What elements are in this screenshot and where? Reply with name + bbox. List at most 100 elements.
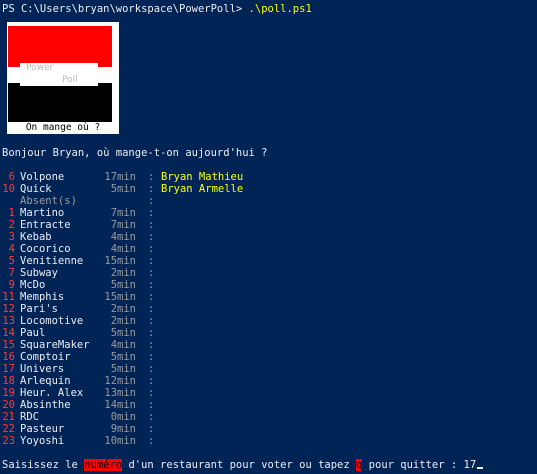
restaurant-name: Entracte (20, 219, 71, 231)
separator-colon: : (148, 171, 155, 183)
text-cursor (477, 467, 484, 469)
separator-colon: : (148, 315, 155, 327)
restaurant-number: 3 (8, 231, 15, 243)
highlight-numero: numéro (84, 459, 123, 471)
restaurant-time: 0min (110, 411, 136, 423)
restaurant-name: Heur. Alex (20, 387, 84, 399)
restaurant-time: 15min (104, 291, 136, 303)
restaurant-name: Absinthe (20, 399, 71, 411)
restaurant-time: 14min (104, 399, 136, 411)
separator-colon: : (148, 183, 155, 195)
restaurant-number: 19 (2, 387, 15, 399)
separator-colon: : (148, 351, 155, 363)
command-text: .\poll.ps1 (248, 3, 312, 15)
separator-colon: : (148, 231, 155, 243)
logo-word-poll: Poll (62, 75, 78, 85)
separator-colon: : (148, 255, 155, 267)
separator-colon: : (148, 399, 155, 411)
greeting-text: Bonjour Bryan, où mange-t-on aujourd'hui… (2, 147, 268, 159)
restaurant-time: 13min (104, 387, 136, 399)
restaurant-time: 2min (110, 315, 136, 327)
restaurant-number: 4 (8, 243, 15, 255)
restaurant-name: SquareMaker (20, 339, 90, 351)
restaurant-number: 15 (2, 339, 15, 351)
restaurant-time: 7min (110, 207, 136, 219)
separator-colon: : (148, 219, 155, 231)
separator-colon: : (148, 339, 155, 351)
restaurant-number: 17 (2, 363, 15, 375)
separator-colon: : (148, 387, 155, 399)
logo-caption: On mange où ? (25, 122, 101, 133)
restaurant-time: 12min (104, 375, 136, 387)
vote-input[interactable]: 17 (464, 459, 477, 471)
prompt-line: PS C:\Users\bryan\workspace\PowerPoll> .… (2, 3, 312, 15)
restaurant-name: Martino (20, 207, 65, 219)
restaurant-number: 20 (2, 399, 15, 411)
restaurant-time: 4min (110, 231, 136, 243)
restaurant-time: 4min (110, 339, 136, 351)
restaurant-name: Memphis (20, 291, 65, 303)
restaurant-name: Cocorico (20, 243, 71, 255)
restaurant-time: 5min (110, 363, 136, 375)
restaurant-number: 18 (2, 375, 15, 387)
restaurant-name: Univers (20, 363, 65, 375)
restaurant-number: 11 (2, 291, 15, 303)
separator-colon: : (148, 375, 155, 387)
separator-colon: : (148, 411, 155, 423)
separator-colon: : (148, 279, 155, 291)
restaurant-time: 9min (110, 423, 136, 435)
restaurant-time: 5min (110, 183, 136, 195)
prompt-path: PS C:\Users\bryan\workspace\PowerPoll> (2, 3, 249, 15)
restaurant-time: 10min (104, 435, 136, 447)
separator-colon: : (148, 243, 155, 255)
restaurant-number: 13 (2, 315, 15, 327)
restaurant-number: 9 (8, 279, 15, 291)
separator-colon: : (148, 423, 155, 435)
restaurant-name: Pasteur (20, 423, 65, 435)
separator-colon: : (148, 327, 155, 339)
separator-colon: : (148, 207, 155, 219)
restaurant-name: Yoyoshi (20, 435, 65, 447)
restaurant-number: 22 (2, 423, 15, 435)
powerpoll-logo: Power Poll On mange où ? (7, 22, 119, 134)
restaurant-time: 5min (110, 327, 136, 339)
restaurant-name: Comptoir (20, 351, 71, 363)
restaurant-name: RDC (20, 411, 39, 423)
separator-colon: : (148, 291, 155, 303)
separator-colon: : (148, 303, 155, 315)
restaurant-time: 5min (110, 351, 136, 363)
restaurant-name: Venitienne (20, 255, 84, 267)
separator-colon: : (148, 195, 155, 207)
restaurant-number: 7 (8, 267, 15, 279)
logo-black-band (8, 83, 112, 122)
logo-word-power: Power (26, 63, 54, 73)
restaurant-name: Kebab (20, 231, 52, 243)
restaurant-number: 10 (2, 183, 15, 195)
separator-colon: : (148, 435, 155, 447)
restaurant-name: McDo (20, 279, 46, 291)
restaurant-number: 2 (8, 219, 15, 231)
logo-red-band (8, 26, 112, 67)
restaurant-name: Locomotive (20, 315, 84, 327)
restaurant-number: 21 (2, 411, 15, 423)
restaurant-name: Absent(s) (20, 195, 77, 207)
restaurant-name: Arlequin (20, 375, 71, 387)
input-prompt-line[interactable]: Saisissez le numéro d'un restaurant pour… (2, 459, 484, 471)
restaurant-number: 1 (8, 207, 15, 219)
restaurant-name: Paul (20, 327, 46, 339)
restaurant-number: 6 (8, 171, 15, 183)
restaurant-number: 12 (2, 303, 15, 315)
restaurant-voters: Bryan Armelle (161, 183, 244, 195)
restaurant-time: 2min (110, 267, 136, 279)
restaurant-number: 5 (8, 255, 15, 267)
restaurant-name: Pari's (20, 303, 58, 315)
restaurant-number: 23 (2, 435, 15, 447)
restaurant-time: 15min (104, 255, 136, 267)
restaurant-number: 16 (2, 351, 15, 363)
restaurant-time: 2min (110, 303, 136, 315)
prompt-text-2: d'un restaurant pour voter ou tapez (122, 459, 357, 471)
restaurant-name: Volpone (20, 171, 65, 183)
prompt-text-1: Saisissez le (2, 459, 85, 471)
prompt-text-3: pour quitter : (362, 459, 464, 471)
separator-colon: : (148, 267, 155, 279)
